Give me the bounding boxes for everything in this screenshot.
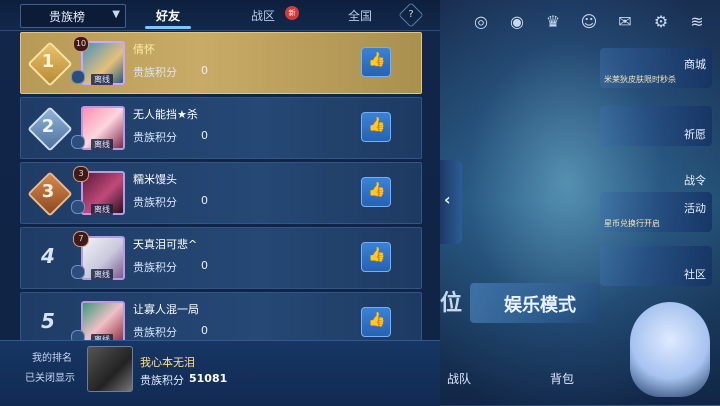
chevron-left-icon: ‹ [444,190,451,209]
collapse-panel-button[interactable]: ‹ [440,160,462,244]
player-name: 让寡人混一局 [133,303,199,316]
ranking-row[interactable]: 2 离线 无人能挡★杀 贵族积分 0 👍 [20,97,422,159]
trophy-icon[interactable]: ♛ [542,10,564,32]
target-icon[interactable]: ◎ [470,10,492,32]
mascot-avatar[interactable] [630,302,710,397]
team-button[interactable]: 战队 [447,370,471,387]
entertainment-mode-label: 娱乐模式 [504,295,576,316]
my-player-name: 我心本无泪 [140,356,195,369]
player-name: 糯米馒头 [133,173,177,186]
like-button[interactable]: 👍 [361,242,391,272]
top-toolbar: ◎ ◉ ♛ ☺ ✉ ⚙ ≋ [470,10,708,32]
tab-active-indicator [145,26,191,29]
gear-icon[interactable]: ⚙ [650,10,672,32]
event-button[interactable]: 星币兑换行开启 活动 [600,192,712,232]
event-label: 活动 [684,202,706,215]
my-score-value: 51081 [189,372,228,385]
ranking-row[interactable]: 3 3 离线 糯米馒头 贵族积分 0 👍 [20,162,422,224]
score-label: 贵族积分 [133,326,177,339]
rank-tier-icon [71,200,85,214]
player-name: 无人能挡★杀 [133,108,198,121]
level-badge: 10 [73,36,89,52]
battle-pass-button[interactable]: 战令 [672,152,712,192]
shop-promo: 米莱狄皮肤限时秒杀 [604,75,676,84]
battle-pass-label: 战令 [684,174,706,187]
new-badge: 新 [285,6,299,20]
offline-status: 离线 [91,139,113,150]
my-rank-title: 我的排名 [32,353,72,364]
score-value: 0 [201,259,208,272]
shop-label: 商城 [684,58,706,71]
my-rank-footer: 我的排名 已关闭显示 我心本无泪 贵族积分 51081 [0,340,440,406]
rank-number: 1 [41,51,55,72]
offline-status: 离线 [91,269,113,280]
tab-zone[interactable]: 战区 [251,7,275,24]
avatar[interactable] [87,346,133,392]
offline-status: 离线 [91,204,113,215]
rank-number: 2 [41,116,55,137]
dropdown-label: 贵族榜 [49,10,86,24]
help-button[interactable]: ? [398,2,424,28]
like-button[interactable]: 👍 [361,307,391,337]
tab-friends[interactable]: 好友 [156,7,180,24]
score-value: 0 [201,129,208,142]
community-button[interactable]: 社区 [600,246,712,286]
ranked-mode-partial[interactable]: 位 [440,285,462,317]
score-value: 0 [201,194,208,207]
mail-icon[interactable]: ✉ [614,10,636,32]
player-name: 天真泪可悲^ [133,238,198,251]
ranking-row[interactable]: 4 7 离线 天真泪可悲^ 贵族积分 0 👍 [20,227,422,289]
rank-tier-icon [71,265,85,279]
rank-tier-icon [71,135,85,149]
level-badge: 3 [73,166,89,182]
score-label: 贵族积分 [133,66,177,79]
rank-number: 5 [41,309,55,333]
rank-badge: 1 [27,41,73,87]
eye-icon[interactable]: ◉ [506,10,528,32]
tab-global[interactable]: 全国 [348,7,372,24]
thumbs-up-icon: 👍 [368,52,386,68]
ranking-type-dropdown[interactable]: 贵族榜 ▼ [20,4,126,28]
my-rank-status: 已关闭显示 [25,373,75,384]
rank-tier-icon [71,70,85,84]
wifi-icon: ≋ [690,11,704,31]
pray-button[interactable]: 祈愿 [600,106,712,146]
thumbs-up-icon: 👍 [368,182,386,198]
thumbs-up-icon: 👍 [368,117,386,133]
help-icon: ? [408,9,414,20]
like-button[interactable]: 👍 [361,47,391,77]
rank-badge: 2 [27,106,73,152]
ranking-tabbar: 贵族榜 ▼ 好友 战区 新 全国 ? [0,0,440,31]
score-value: 0 [201,324,208,337]
score-label: 贵族积分 [133,131,177,144]
community-label: 社区 [684,268,706,281]
ranking-panel: 贵族榜 ▼ 好友 战区 新 全国 ? 1 10 离线 倩怀 贵族积分 0 👍 2… [0,0,440,406]
rank-badge: 3 [27,171,73,217]
bag-button[interactable]: 背包 [550,370,574,387]
score-value: 0 [201,64,208,77]
level-badge: 7 [73,231,89,247]
ranking-row[interactable]: 1 10 离线 倩怀 贵族积分 0 👍 [20,32,422,94]
thumbs-up-icon: 👍 [368,247,386,263]
score-label: 贵族积分 [133,196,177,209]
pray-label: 祈愿 [684,128,706,141]
like-button[interactable]: 👍 [361,112,391,142]
shop-button[interactable]: 米莱狄皮肤限时秒杀 商城 [600,48,712,88]
offline-status: 离线 [91,74,113,85]
thumbs-up-icon: 👍 [368,312,386,328]
chevron-down-icon: ▼ [112,9,120,20]
rank-number: 3 [41,181,55,202]
like-button[interactable]: 👍 [361,177,391,207]
entertainment-mode-button[interactable]: 娱乐模式 [470,283,600,323]
event-promo: 星币兑换行开启 [604,219,660,228]
score-label: 贵族积分 [133,261,177,274]
rank-number: 4 [41,244,55,268]
my-score-label: 贵族积分 [140,374,184,387]
friends-icon[interactable]: ☺ [578,10,600,32]
player-name: 倩怀 [133,43,155,56]
